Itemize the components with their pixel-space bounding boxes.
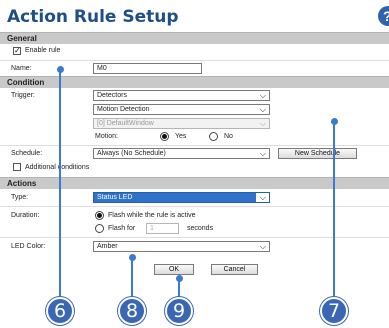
flash-seconds-field[interactable]: 1	[146, 223, 179, 234]
cancel-button[interactable]: Cancel	[211, 264, 258, 275]
callout-badge-8: 8	[118, 297, 146, 325]
schedule-select-value: Always (No Schedule)	[97, 150, 166, 157]
motion-no-radio[interactable]	[209, 132, 218, 141]
trigger-label: Trigger:	[11, 92, 35, 99]
type-label: Type:	[11, 194, 29, 201]
new-schedule-button[interactable]: New Schedule	[278, 148, 357, 159]
callout-pin-line	[131, 258, 133, 298]
section-general: General	[0, 32, 389, 44]
motion-label: Motion:	[95, 133, 118, 140]
callout-badge-6: 6	[46, 297, 74, 325]
callout-pin-line	[59, 70, 61, 298]
chevron-down-icon: ⌵	[259, 242, 266, 251]
callout-badge-9: 9	[165, 297, 193, 325]
additional-conditions-label: Additional conditions	[25, 164, 90, 171]
motion-yes-label: Yes	[175, 133, 187, 140]
chevron-down-icon: ⌵	[259, 193, 266, 202]
callout-badge-7: 7	[320, 297, 348, 325]
trigger-select-value: Detectors	[97, 92, 127, 99]
chevron-down-icon: ⌵	[259, 105, 266, 114]
ok-button[interactable]: OK	[154, 264, 194, 275]
name-field[interactable]: M0	[93, 63, 202, 74]
name-label: Name:	[11, 65, 32, 72]
flash-while-active-radio[interactable]	[95, 211, 104, 220]
enable-rule-checkbox[interactable]: ✓	[13, 47, 21, 55]
flash-while-active-label: Flash while the rule is active	[108, 212, 196, 219]
flash-for-radio[interactable]	[95, 224, 104, 233]
trigger-select[interactable]: Detectors ⌵	[93, 90, 270, 101]
callout-pin-line	[333, 122, 335, 298]
window-select: [0] DefaultWindow ⌵	[93, 118, 270, 129]
divider	[0, 60, 389, 61]
duration-label: Duration:	[11, 212, 40, 219]
type-select-value: Status LED	[97, 194, 133, 201]
schedule-label: Schedule:	[11, 150, 43, 157]
window-select-value: [0] DefaultWindow	[97, 120, 154, 127]
enable-rule-label: Enable rule	[25, 47, 61, 54]
seconds-label: seconds	[187, 225, 214, 232]
chevron-down-icon: ⌵	[259, 91, 266, 100]
chevron-down-icon: ⌵	[259, 149, 266, 158]
led-color-select-value: Amber	[97, 243, 118, 250]
chevron-down-icon: ⌵	[259, 119, 266, 128]
type-select[interactable]: Status LED ⌵	[93, 192, 270, 203]
help-icon[interactable]: ?	[378, 6, 389, 26]
action-rule-setup-panel: Action Rule Setup ? General ✓ Enable rul…	[0, 0, 389, 328]
callout-pin-line	[178, 279, 180, 298]
page-title: Action Rule Setup	[7, 7, 179, 27]
motion-yes-radio[interactable]	[160, 132, 169, 141]
detector-select-value: Motion Detection	[97, 106, 150, 113]
led-color-select[interactable]: Amber ⌵	[93, 241, 270, 252]
motion-no-label: No	[224, 133, 233, 140]
flash-for-label: Flash for	[108, 225, 136, 232]
detector-select[interactable]: Motion Detection ⌵	[93, 104, 270, 115]
schedule-select[interactable]: Always (No Schedule) ⌵	[93, 148, 270, 159]
additional-conditions-checkbox[interactable]	[13, 163, 21, 171]
led-color-label: LED Color:	[11, 243, 46, 250]
